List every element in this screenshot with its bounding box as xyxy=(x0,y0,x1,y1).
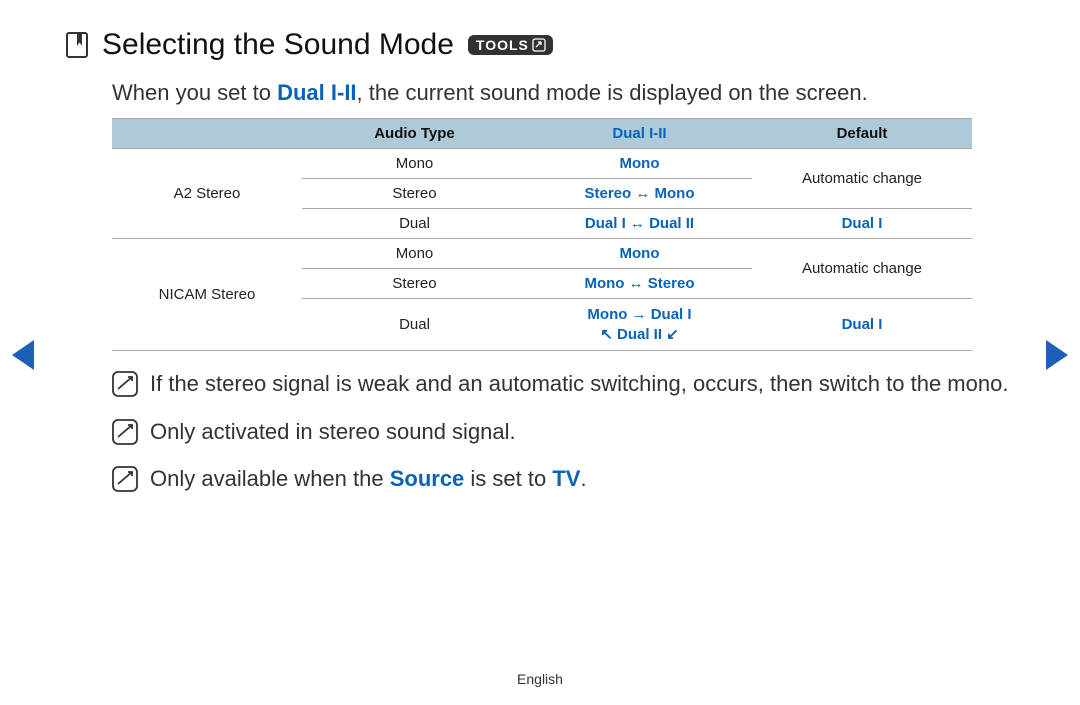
note-mid: is set to xyxy=(464,466,552,491)
table-row: NICAM Stereo Mono Mono Automatic change xyxy=(112,239,972,269)
note-icon xyxy=(112,419,138,445)
page-heading-row: Selecting the Sound Mode TOOLS xyxy=(66,28,1024,62)
note-item: If the stereo signal is weak and an auto… xyxy=(112,369,1024,399)
th-default: Default xyxy=(752,119,972,149)
intro-text: When you set to Dual I-II, the current s… xyxy=(112,80,1024,106)
table-row: A2 Stereo Mono Mono Automatic change xyxy=(112,149,972,179)
note-prefix: Only available when the xyxy=(150,466,390,491)
type-cell: Stereo xyxy=(302,179,527,209)
page-title: Selecting the Sound Mode xyxy=(102,28,454,62)
th-audio-type: Audio Type xyxy=(302,119,527,149)
type-cell: Mono xyxy=(302,239,527,269)
note-icon xyxy=(112,371,138,397)
tools-badge: TOOLS xyxy=(468,35,553,55)
th-group xyxy=(112,119,302,149)
note-bold1: Source xyxy=(390,466,465,491)
type-cell: Mono xyxy=(302,149,527,179)
dual-cell: Stereo ↔ Mono xyxy=(527,179,752,209)
note-text: Only activated in stereo sound signal. xyxy=(150,417,516,447)
bookmark-icon xyxy=(66,32,88,58)
dual-line2: ↖ Dual II ↙ xyxy=(600,326,678,343)
note-bold2: TV xyxy=(552,466,580,491)
dual-cell: Mono ↔ Stereo xyxy=(527,269,752,299)
intro-bold: Dual I-II xyxy=(277,80,356,105)
intro-suffix: , the current sound mode is displayed on… xyxy=(357,80,868,105)
type-cell: Dual xyxy=(302,299,527,351)
type-cell: Dual xyxy=(302,209,527,239)
default-cell: Automatic change xyxy=(752,239,972,299)
group-cell: NICAM Stereo xyxy=(112,239,302,351)
tools-icon xyxy=(532,38,546,52)
default-cell: Dual I xyxy=(752,209,972,239)
note-suffix: . xyxy=(580,466,586,491)
nav-prev-arrow[interactable] xyxy=(12,340,34,370)
sound-mode-table: Audio Type Dual I-II Default A2 Stereo M… xyxy=(112,118,972,351)
dual-cell: Mono xyxy=(527,239,752,269)
note-text: If the stereo signal is weak and an auto… xyxy=(150,369,1008,399)
intro-prefix: When you set to xyxy=(112,80,277,105)
type-cell: Stereo xyxy=(302,269,527,299)
tools-badge-label: TOOLS xyxy=(476,38,529,52)
group-cell: A2 Stereo xyxy=(112,149,302,239)
dual-cell: Mono xyxy=(527,149,752,179)
note-icon xyxy=(112,466,138,492)
dual-cell: Dual I ↔ Dual II xyxy=(527,209,752,239)
dual-line1: Mono → Dual I xyxy=(587,306,691,323)
footer-language: English xyxy=(0,671,1080,687)
note-item: Only activated in stereo sound signal. xyxy=(112,417,1024,447)
default-cell: Automatic change xyxy=(752,149,972,209)
note-item: Only available when the Source is set to… xyxy=(112,464,1024,494)
default-cell: Dual I xyxy=(752,299,972,351)
th-dual: Dual I-II xyxy=(527,119,752,149)
dual-cell: Mono → Dual I ↖ Dual II ↙ xyxy=(527,299,752,351)
note-text: Only available when the Source is set to… xyxy=(150,464,587,494)
nav-next-arrow[interactable] xyxy=(1046,340,1068,370)
